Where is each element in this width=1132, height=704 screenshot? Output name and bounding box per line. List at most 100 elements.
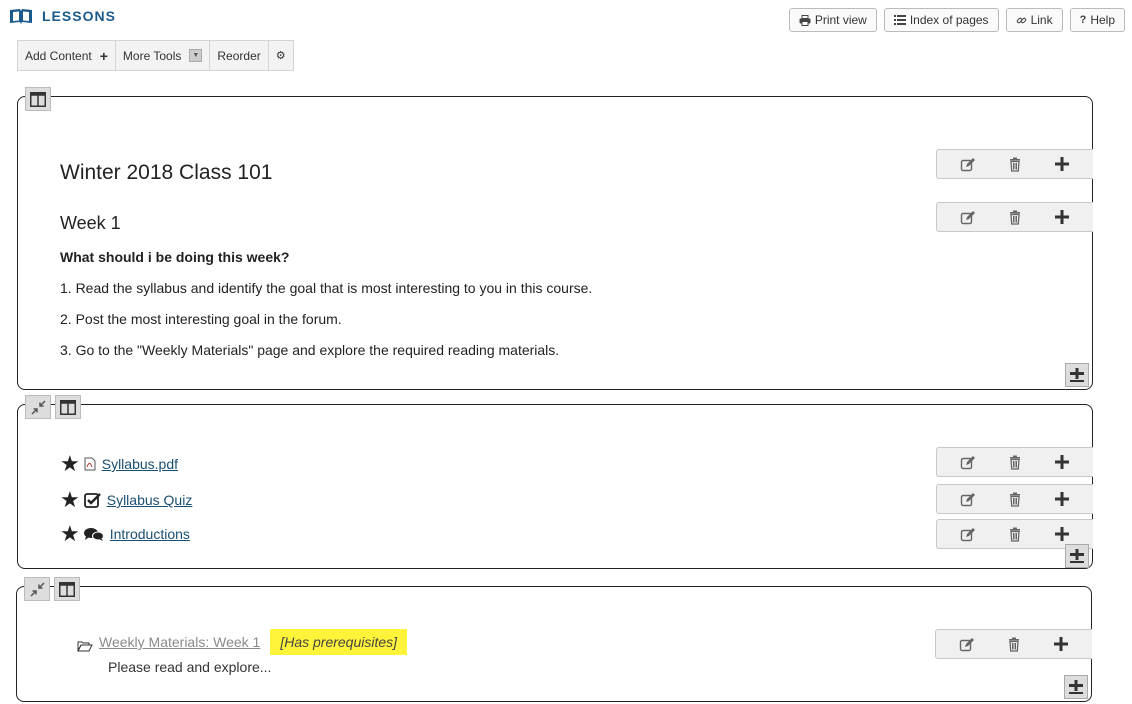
section-required-items: ★ Syllabus.pdf ★ Syllabus Quiz ★ Introdu… bbox=[17, 395, 1093, 569]
edit-icon bbox=[961, 526, 977, 541]
required-star-icon: ★ bbox=[60, 487, 80, 512]
gear-icon: ⚙ bbox=[275, 50, 286, 62]
collapse-icon bbox=[29, 581, 45, 597]
print-icon bbox=[799, 14, 811, 26]
syllabus-quiz-link[interactable]: Syllabus Quiz bbox=[107, 492, 193, 508]
columns-icon bbox=[59, 581, 75, 597]
weekly-materials-link[interactable]: Weekly Materials: Week 1 bbox=[99, 634, 260, 650]
list-item: ★ Syllabus Quiz bbox=[60, 489, 192, 511]
trash-icon bbox=[1009, 491, 1021, 507]
add-content-button[interactable]: Add Content + bbox=[18, 41, 116, 70]
column-layout-button[interactable] bbox=[55, 395, 81, 419]
print-view-label: Print view bbox=[814, 13, 867, 27]
item-actions bbox=[936, 484, 1093, 514]
trash-icon bbox=[1008, 636, 1020, 652]
index-of-pages-label: Index of pages bbox=[909, 13, 989, 27]
add-content-label: Add Content bbox=[25, 48, 92, 63]
section-weekly-materials: Weekly Materials: Week 1 [Has prerequisi… bbox=[16, 577, 1092, 702]
prerequisites-badge: [Has prerequisites] bbox=[270, 629, 408, 655]
edit-button[interactable] bbox=[956, 633, 978, 655]
edit-icon bbox=[960, 636, 976, 651]
add-to-section-button[interactable] bbox=[1064, 675, 1088, 699]
delete-button[interactable] bbox=[1004, 206, 1026, 228]
add-bottom-icon bbox=[1070, 549, 1084, 563]
trash-icon bbox=[1009, 526, 1021, 542]
add-button[interactable] bbox=[1051, 451, 1073, 473]
plus-icon bbox=[1054, 527, 1069, 541]
add-button[interactable] bbox=[1051, 206, 1073, 228]
page-header: LESSONS bbox=[8, 6, 116, 26]
add-button[interactable] bbox=[1051, 488, 1073, 510]
index-of-pages-button[interactable]: Index of pages bbox=[883, 8, 999, 32]
edit-button[interactable] bbox=[957, 488, 979, 510]
delete-button[interactable] bbox=[1004, 523, 1026, 545]
edit-icon bbox=[961, 156, 977, 171]
add-bottom-icon bbox=[1070, 368, 1084, 382]
edit-button[interactable] bbox=[957, 451, 979, 473]
add-to-section-button[interactable] bbox=[1065, 363, 1089, 387]
edit-icon bbox=[961, 454, 977, 469]
collapse-section-button[interactable] bbox=[24, 577, 50, 601]
section-week-1: Winter 2018 Class 101 Week 1 What should… bbox=[17, 87, 1093, 390]
page-title: LESSONS bbox=[42, 8, 116, 24]
plus-icon bbox=[1054, 455, 1069, 469]
pdf-icon bbox=[84, 457, 96, 471]
link-label: Link bbox=[1030, 13, 1053, 27]
top-buttons: Print view Index of pages Link ? Help bbox=[788, 8, 1125, 32]
required-star-icon: ★ bbox=[60, 451, 80, 476]
delete-button[interactable] bbox=[1004, 153, 1026, 175]
more-tools-button[interactable]: More Tools ▼ bbox=[116, 41, 211, 70]
lesson-toolbar: Add Content + More Tools ▼ Reorder ⚙ bbox=[17, 40, 294, 71]
item-actions bbox=[935, 629, 1092, 659]
more-tools-label: More Tools bbox=[122, 48, 182, 63]
edit-button[interactable] bbox=[957, 206, 979, 228]
collapse-icon bbox=[30, 399, 46, 415]
help-button[interactable]: ? Help bbox=[1069, 8, 1125, 32]
add-to-section-button[interactable] bbox=[1065, 544, 1089, 568]
instruction-line: 1. Read the syllabus and identify the go… bbox=[60, 280, 593, 296]
syllabus-pdf-link[interactable]: Syllabus.pdf bbox=[102, 456, 178, 472]
help-label: Help bbox=[1090, 13, 1115, 27]
title-actions bbox=[936, 149, 1093, 179]
print-view-button[interactable]: Print view bbox=[788, 8, 877, 32]
question-text: What should i be doing this week? bbox=[60, 249, 290, 265]
edit-button[interactable] bbox=[957, 523, 979, 545]
list-item: ★ Introductions bbox=[60, 523, 190, 545]
reorder-label: Reorder bbox=[217, 48, 261, 63]
instruction-line: 2. Post the most interesting goal in the… bbox=[60, 311, 342, 327]
trash-icon bbox=[1009, 209, 1021, 225]
plus-icon: + bbox=[99, 47, 108, 64]
edit-button[interactable] bbox=[957, 153, 979, 175]
text-actions bbox=[936, 202, 1093, 232]
caret-down-icon: ▼ bbox=[189, 49, 203, 62]
column-layout-button[interactable] bbox=[54, 577, 80, 601]
add-button[interactable] bbox=[1051, 153, 1073, 175]
edit-icon bbox=[961, 491, 977, 506]
lesson-title: Winter 2018 Class 101 bbox=[60, 161, 273, 184]
columns-icon bbox=[60, 399, 76, 415]
reorder-button[interactable]: Reorder bbox=[210, 41, 269, 70]
delete-button[interactable] bbox=[1004, 451, 1026, 473]
required-star-icon: ★ bbox=[60, 521, 80, 546]
add-bottom-icon bbox=[1069, 680, 1083, 694]
collapse-section-button[interactable] bbox=[25, 395, 51, 419]
trash-icon bbox=[1009, 156, 1021, 172]
delete-button[interactable] bbox=[1004, 488, 1026, 510]
folder-open-icon bbox=[77, 640, 93, 652]
add-button[interactable] bbox=[1051, 523, 1073, 545]
subpage-description: Please read and explore... bbox=[108, 659, 272, 675]
instruction-line: 3. Go to the "Weekly Materials" page and… bbox=[60, 342, 560, 358]
plus-icon bbox=[1054, 210, 1069, 224]
column-layout-button[interactable] bbox=[25, 87, 51, 111]
add-button[interactable] bbox=[1050, 633, 1072, 655]
delete-button[interactable] bbox=[1003, 633, 1025, 655]
settings-button[interactable]: ⚙ bbox=[269, 41, 293, 70]
week-heading: Week 1 bbox=[60, 213, 121, 233]
link-icon bbox=[1016, 15, 1027, 26]
plus-icon bbox=[1054, 492, 1069, 506]
book-icon bbox=[8, 7, 34, 25]
link-button[interactable]: Link bbox=[1005, 8, 1063, 32]
introductions-link[interactable]: Introductions bbox=[110, 526, 190, 542]
plus-icon bbox=[1053, 637, 1068, 651]
trash-icon bbox=[1009, 454, 1021, 470]
